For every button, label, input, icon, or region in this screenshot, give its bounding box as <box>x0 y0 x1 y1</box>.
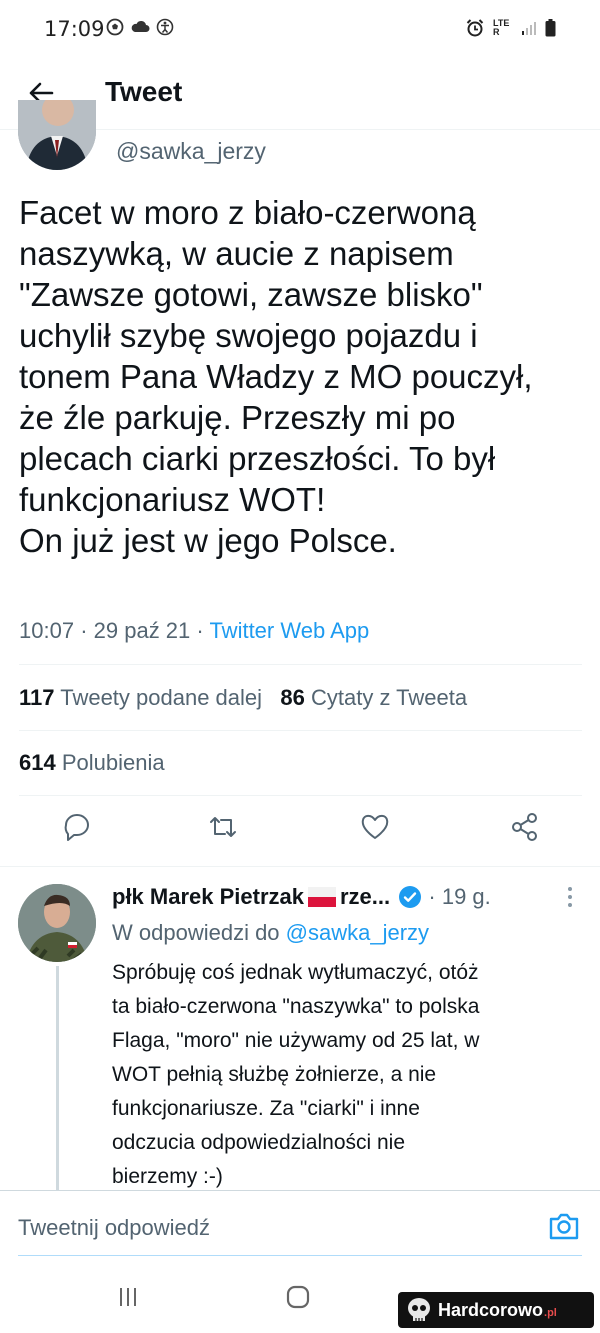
poland-flag-icon <box>307 887 336 907</box>
author-handle[interactable]: @sawka_jerzy <box>116 138 266 165</box>
reply-header: płk Marek Pietrzak rze... · 19 g. <box>112 884 491 910</box>
retweets-count: 117 <box>19 685 55 710</box>
likes-count: 614 <box>19 750 56 775</box>
author-avatar[interactable] <box>18 100 96 170</box>
tweet-date: 29 paź 21 <box>93 618 191 643</box>
hardcorowo-watermark: Hardcorowo .pl <box>398 1292 594 1328</box>
alarm-icon <box>466 19 484 37</box>
more-options-icon[interactable] <box>566 886 574 908</box>
tweet-meta: 10:07 · 29 paź 21 · Twitter Web App <box>19 618 369 644</box>
quotes-count: 86 <box>280 685 305 710</box>
page-title: Tweet <box>105 76 183 107</box>
retweet-icon[interactable] <box>206 810 240 844</box>
meta-separator: · <box>80 618 94 643</box>
reply-author-avatar[interactable] <box>18 884 96 962</box>
replying-to: W odpowiedzi do @sawka_jerzy <box>112 920 429 946</box>
share-icon[interactable] <box>508 810 542 844</box>
divider <box>19 664 582 665</box>
battery-icon <box>545 19 556 37</box>
recent-apps-icon[interactable] <box>117 1286 139 1308</box>
status-left-icons <box>106 18 174 36</box>
tweet-actions <box>0 810 600 850</box>
likes-stat[interactable]: 614 Polubienia <box>19 750 165 776</box>
divider <box>0 866 600 867</box>
camera-icon[interactable] <box>548 1211 580 1241</box>
soccer-ball-icon <box>106 18 124 36</box>
cloud-icon <box>131 20 150 32</box>
replying-prefix: W odpowiedzi do <box>112 920 280 945</box>
meta-separator: · <box>196 618 210 643</box>
watermark-text: Hardcorowo <box>438 1299 544 1320</box>
reply-composer: Tweetnij odpowiedź <box>0 1190 600 1260</box>
engagement-stats-row: 117 Tweety podane dalej 86 Cytaty z Twee… <box>19 685 467 711</box>
watermark-suffix: .pl <box>544 1307 557 1319</box>
reply-input[interactable]: Tweetnij odpowiedź <box>18 1215 210 1241</box>
accessibility-icon <box>156 18 174 36</box>
retweets-label: Tweety podane dalej <box>60 685 263 710</box>
status-time: 17:09 <box>44 17 105 41</box>
skull-logo-icon <box>408 1298 430 1321</box>
tweet-source-link[interactable]: Twitter Web App <box>209 618 369 643</box>
reply-text: Spróbuję coś jednak wytłumaczyć, otóż ta… <box>112 961 480 1188</box>
like-icon[interactable] <box>358 810 392 844</box>
reply-icon[interactable] <box>60 810 94 844</box>
quotes-stat[interactable]: 86 Cytaty z Tweeta <box>280 685 467 710</box>
composer-underline <box>18 1255 582 1256</box>
reply-age: 19 g. <box>441 884 491 909</box>
lte-icon: LTE R <box>493 18 510 37</box>
retweets-stat[interactable]: 117 Tweety podane dalej <box>19 685 262 710</box>
likes-label: Polubienia <box>61 750 165 775</box>
status-bar: 17:09 LTE R <box>0 0 600 60</box>
tweet-text: Facet w moro z biało-czerwoną naszywką, … <box>19 194 533 559</box>
replying-to-handle[interactable]: @sawka_jerzy <box>286 920 429 945</box>
status-right-icons: LTE R <box>465 18 556 38</box>
quotes-label: Cytaty z Tweeta <box>311 685 468 710</box>
verified-badge-icon <box>399 886 422 908</box>
divider <box>19 795 582 796</box>
signal-icon <box>522 22 536 35</box>
reply-author-name-suffix[interactable]: rze... <box>340 884 390 909</box>
home-icon[interactable] <box>286 1285 310 1309</box>
thread-connector <box>56 966 59 1190</box>
separator: · <box>428 884 442 909</box>
reply-author-name[interactable]: płk Marek Pietrzak <box>112 884 304 909</box>
tweet-time: 10:07 <box>19 618 75 643</box>
divider <box>19 730 582 731</box>
